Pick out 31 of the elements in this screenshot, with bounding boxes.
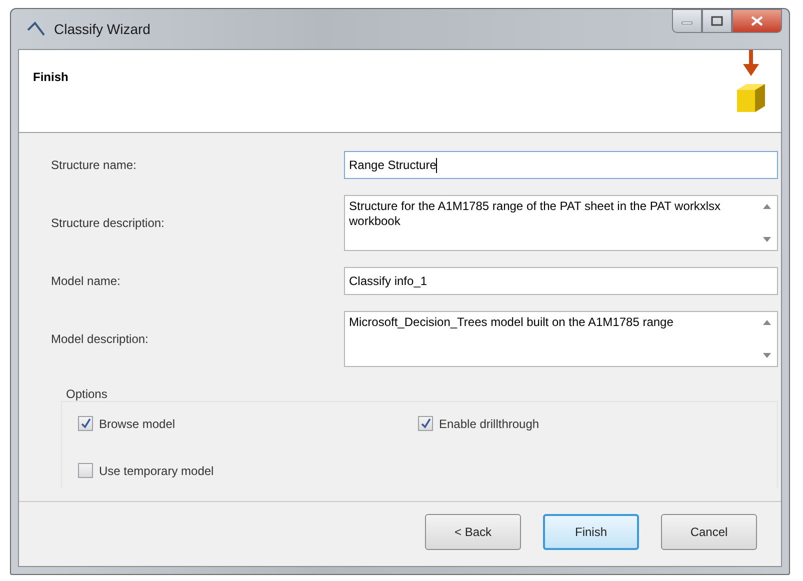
up-arrow-icon — [763, 320, 771, 325]
input-field[interactable]: Range Structure — [344, 151, 778, 179]
maximize-button[interactable] — [702, 9, 732, 33]
wizard-icon — [26, 21, 46, 37]
wizard-button[interactable]: Finish — [543, 514, 639, 550]
input-field[interactable]: Classify info_1 — [344, 267, 778, 295]
check-icon — [80, 418, 91, 429]
field-label: Model name: — [51, 274, 122, 288]
checkbox[interactable] — [78, 416, 93, 431]
checkbox-label: Browse model — [99, 416, 176, 430]
group-title: Options — [66, 387, 108, 401]
checkbox[interactable] — [78, 463, 93, 478]
up-arrow-icon — [763, 204, 771, 209]
checkbox-label: Enable drillthrough — [439, 416, 540, 430]
wizard-button[interactable]: Cancel — [661, 514, 757, 550]
checkbox[interactable] — [418, 416, 433, 431]
down-arrow-icon — [763, 237, 771, 242]
page-title: Finish — [33, 70, 68, 86]
text-area[interactable]: Microsoft_Decision_Trees model built on the A1M1785 range — [344, 311, 778, 367]
close-button[interactable] — [732, 9, 782, 33]
maximize-icon — [711, 16, 723, 26]
checkbox-label: Use temporary model — [99, 464, 214, 478]
field-label: Structure name: — [51, 158, 138, 172]
check-icon — [420, 418, 431, 429]
field-label: Structure description: — [51, 216, 166, 230]
close-icon — [751, 16, 763, 26]
window-title: Classify Wizard — [54, 21, 152, 37]
text-area[interactable]: Structure for the A1M1785 range of the PAT sheet in the PAT workxlsx workbook — [344, 195, 778, 251]
wizard-button[interactable]: < Back — [425, 514, 521, 550]
field-label: Model description: — [51, 332, 150, 346]
down-arrow-icon — [763, 353, 771, 358]
